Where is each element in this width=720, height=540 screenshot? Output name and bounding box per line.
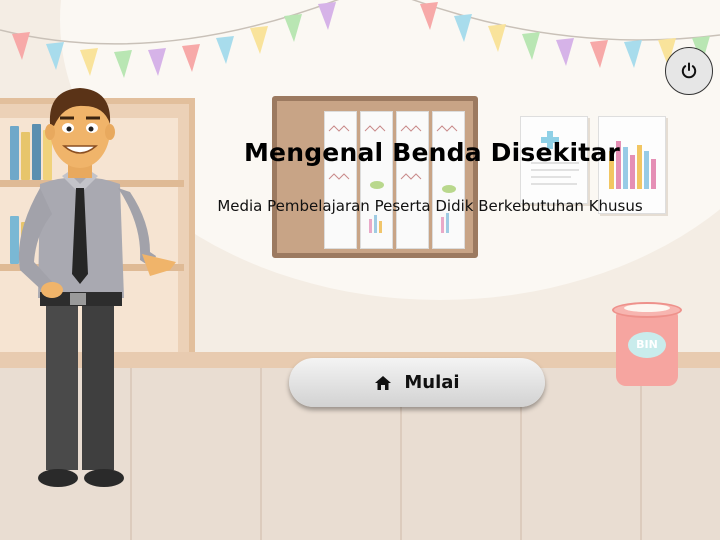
floor-plank-line: [640, 368, 642, 540]
bunting-flag: [284, 14, 302, 42]
bunting-flag: [318, 2, 336, 30]
trash-bin-label: BIN: [628, 332, 666, 358]
board-scribbles: [328, 125, 458, 233]
bunting-flag: [522, 32, 540, 60]
start-button[interactable]: Mulai: [289, 358, 545, 407]
bunting-flag: [148, 48, 166, 76]
bunting-flag: [488, 24, 506, 52]
bunting-flag: [182, 44, 200, 72]
bunting-flag: [12, 32, 30, 60]
start-button-label: Mulai: [404, 372, 460, 393]
bunting-flag: [216, 36, 234, 64]
teacher-character: [18, 88, 176, 487]
page-subtitle: Media Pembelajaran Peserta Didik Berkebu…: [217, 197, 643, 215]
bulletin-board: [272, 96, 478, 258]
bunting-flag: [454, 14, 472, 42]
bunting-flag: [624, 40, 642, 68]
bunting-flag: [420, 2, 438, 30]
bunting-flag: [80, 48, 98, 76]
bunting-flag: [114, 50, 132, 78]
trash-bin: BIN: [612, 302, 682, 388]
game-stage: BIN Mengenal Benda Disekitar Media Pembe…: [0, 0, 720, 540]
trash-paper: [624, 304, 670, 312]
power-icon: [681, 62, 697, 79]
bunting-flag: [46, 42, 64, 70]
power-button[interactable]: [665, 47, 713, 95]
bunting-flag: [590, 40, 608, 68]
home-icon: [375, 375, 392, 390]
bunting-flag: [556, 38, 574, 66]
floor-plank-line: [260, 368, 262, 540]
bunting-flag: [250, 26, 268, 54]
bunting-decoration: [0, 0, 720, 78]
page-title: Mengenal Benda Disekitar: [243, 138, 620, 167]
